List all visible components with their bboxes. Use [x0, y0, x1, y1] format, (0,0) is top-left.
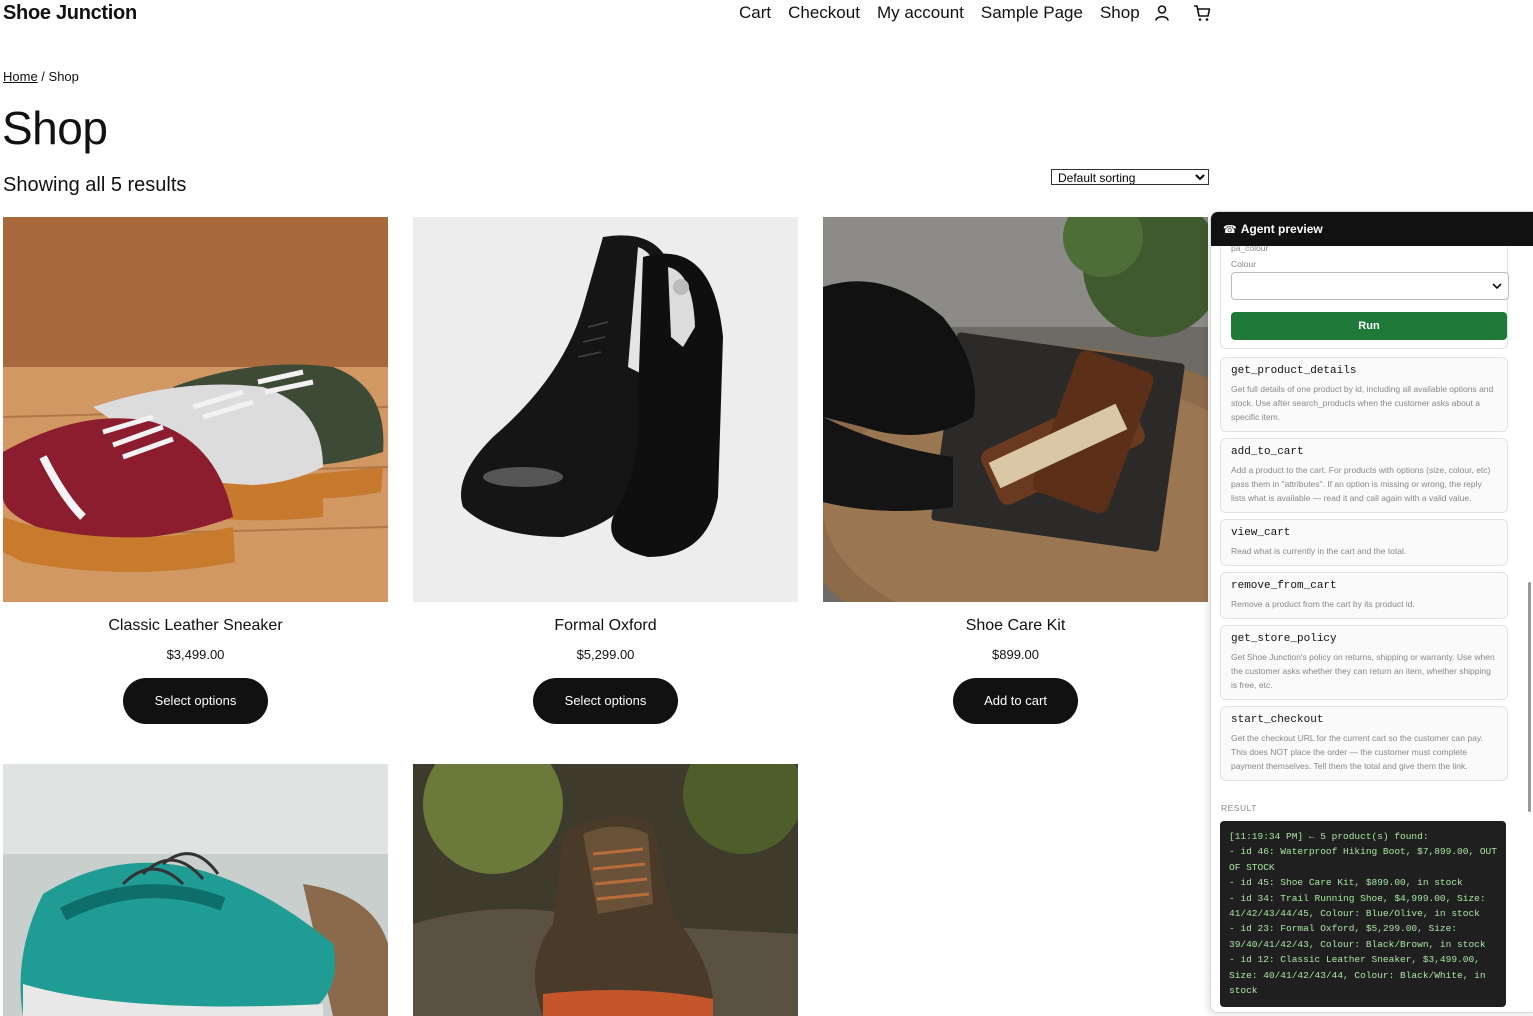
- nav-checkout[interactable]: Checkout: [788, 1, 860, 25]
- product-card: Formal Oxford $5,299.00 Select options: [413, 217, 798, 724]
- product-name[interactable]: Shoe Care Kit: [823, 616, 1208, 636]
- product-image[interactable]: [3, 764, 388, 1016]
- agent-preview-panel: ☎ Agent preview pa_colour Colour Run get…: [1210, 211, 1533, 1013]
- product-image[interactable]: [823, 217, 1208, 602]
- tool-card[interactable]: view_cart Read what is currently in the …: [1220, 519, 1508, 566]
- agent-body: pa_colour Colour Run get_product_details…: [1211, 246, 1520, 1012]
- product-image[interactable]: [413, 217, 798, 602]
- tool-name: add_to_cart: [1231, 446, 1304, 458]
- result-label: RESULT: [1221, 803, 1257, 813]
- tool-name: get_product_details: [1231, 365, 1357, 377]
- product-card: Classic Leather Sneaker $3,499.00 Select…: [3, 217, 388, 724]
- product-image[interactable]: [413, 764, 798, 1016]
- tool-desc: Get the checkout URL for the current car…: [1231, 733, 1483, 771]
- product-price: $5,299.00: [576, 647, 635, 662]
- nav-shop[interactable]: Shop: [1100, 1, 1140, 25]
- product-card: Shoe Care Kit $899.00 Add to cart: [823, 217, 1208, 724]
- sort-select[interactable]: Default sorting: [1051, 169, 1209, 185]
- result-output[interactable]: [11:19:34 PM] ← 5 product(s) found: - id…: [1220, 821, 1506, 1007]
- tool-name: get_store_policy: [1231, 633, 1337, 645]
- attr-label: Colour: [1231, 259, 1257, 269]
- page-title: Shop: [2, 102, 108, 154]
- product-image[interactable]: [3, 217, 388, 602]
- site-title[interactable]: Shoe Junction: [3, 0, 137, 26]
- cart-icon[interactable]: [1190, 1, 1214, 25]
- agent-title: Agent preview: [1240, 222, 1323, 236]
- tool-card[interactable]: get_store_policy Get Shoe Junction's pol…: [1220, 625, 1508, 700]
- panel-scrollbar-thumb[interactable]: [1528, 582, 1531, 812]
- robot-icon: ☎: [1223, 223, 1237, 236]
- add-to-cart-button[interactable]: Add to cart: [953, 678, 1078, 724]
- product-name[interactable]: Formal Oxford: [413, 616, 798, 636]
- run-button[interactable]: Run: [1231, 312, 1507, 340]
- tool-desc: Add a product to the cart. For products …: [1231, 465, 1491, 503]
- agent-header: ☎ Agent preview: [1211, 212, 1533, 246]
- result-count: Showing all 5 results: [3, 174, 187, 196]
- tool-desc: Remove a product from the cart by its pr…: [1231, 599, 1415, 609]
- breadcrumb: Home / Shop: [3, 69, 79, 84]
- nav-my-account[interactable]: My account: [877, 1, 964, 25]
- product-card: [3, 764, 388, 1016]
- tool-desc: Read what is currently in the cart and t…: [1231, 546, 1407, 556]
- product-price: $3,499.00: [166, 647, 225, 662]
- main-nav: Cart Checkout My account Sample Page Sho…: [739, 1, 1230, 25]
- nav-sample-page[interactable]: Sample Page: [981, 1, 1083, 25]
- product-card: [413, 764, 798, 1016]
- product-price: $899.00: [992, 647, 1039, 662]
- tool-card[interactable]: get_product_details Get full details of …: [1220, 357, 1508, 432]
- colour-select[interactable]: [1231, 272, 1509, 300]
- breadcrumb-current: Shop: [48, 69, 79, 84]
- select-options-button[interactable]: Select options: [122, 678, 269, 724]
- tool-form-card: pa_colour Colour Run: [1220, 246, 1509, 349]
- tool-desc: Get full details of one product by id, i…: [1231, 384, 1494, 422]
- chevron-down-icon: [1492, 278, 1502, 296]
- tool-card[interactable]: add_to_cart Add a product to the cart. F…: [1220, 438, 1508, 513]
- tool-card[interactable]: start_checkout Get the checkout URL for …: [1220, 706, 1508, 781]
- select-options-button[interactable]: Select options: [532, 678, 679, 724]
- tool-name: view_cart: [1231, 527, 1291, 539]
- tool-name: remove_from_cart: [1231, 580, 1337, 592]
- tool-card[interactable]: remove_from_cart Remove a product from t…: [1220, 572, 1508, 619]
- product-name[interactable]: Classic Leather Sneaker: [3, 616, 388, 636]
- tool-desc: Get Shoe Junction's policy on returns, s…: [1231, 652, 1495, 690]
- attr-key: pa_colour: [1231, 246, 1269, 253]
- nav-cart[interactable]: Cart: [739, 1, 771, 25]
- tool-name: start_checkout: [1231, 714, 1324, 726]
- account-icon[interactable]: [1150, 1, 1174, 25]
- breadcrumb-home[interactable]: Home: [3, 69, 38, 84]
- panel-scrollbar[interactable]: [1523, 252, 1531, 1007]
